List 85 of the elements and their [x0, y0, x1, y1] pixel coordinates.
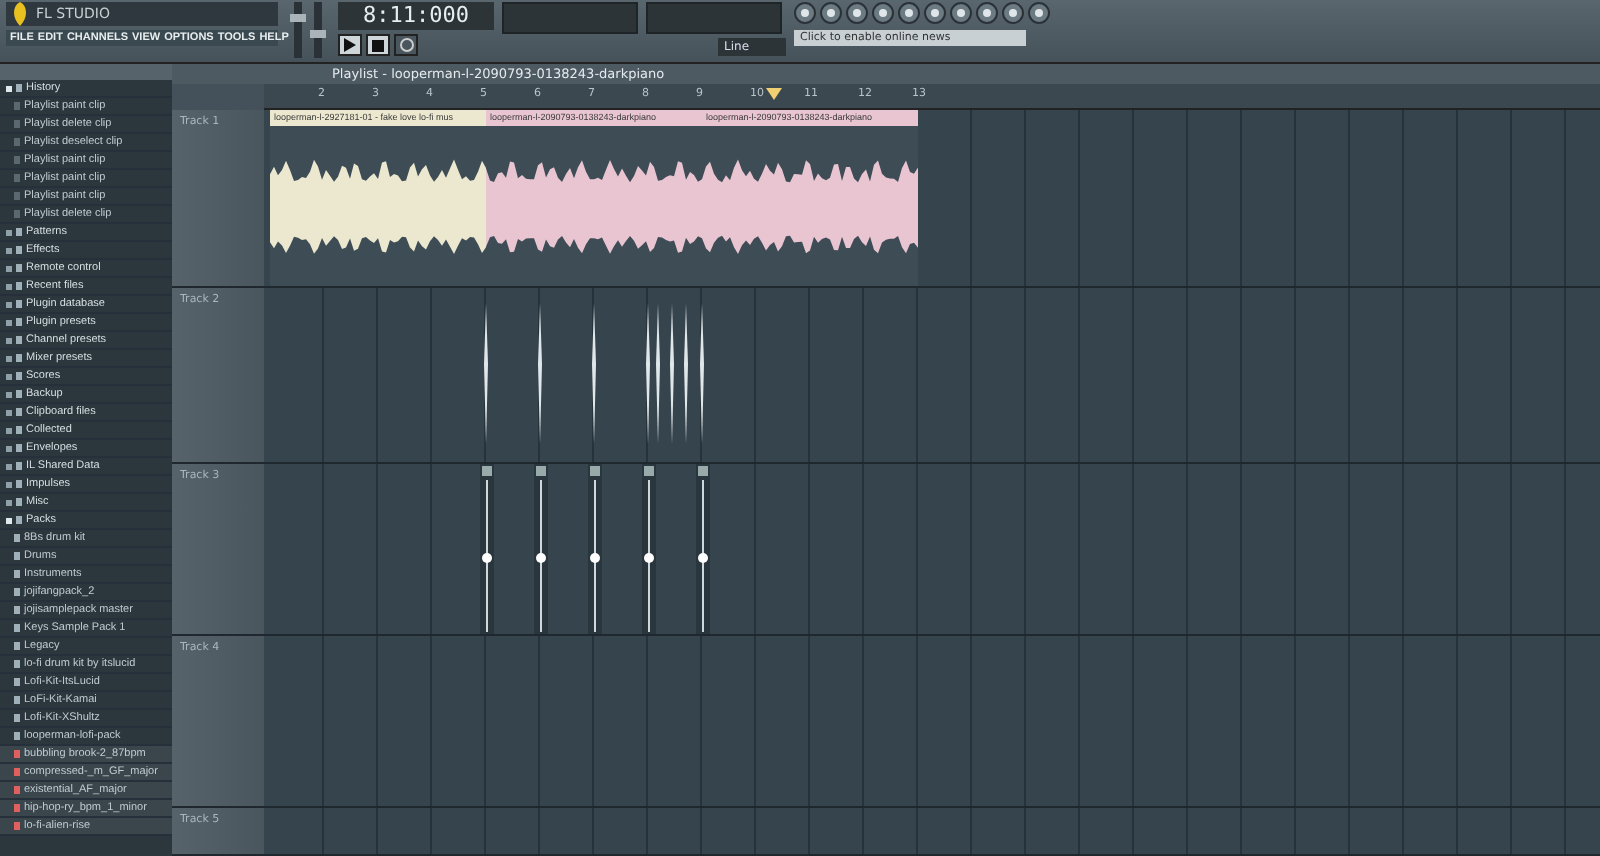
file-icon — [14, 192, 20, 200]
caret-icon — [6, 463, 12, 469]
caret-icon — [6, 427, 12, 433]
automation-clip[interactable] — [696, 464, 711, 634]
folder-icon — [16, 84, 22, 92]
caret-icon — [6, 85, 12, 91]
file-icon — [14, 606, 20, 614]
file-icon — [14, 534, 20, 542]
play-icon — [344, 38, 356, 52]
caret-icon — [6, 355, 12, 361]
file-icon — [14, 624, 20, 632]
caret-icon — [6, 481, 12, 487]
stop-button[interactable] — [366, 34, 390, 56]
caret-icon — [6, 265, 12, 271]
round-icon[interactable] — [950, 2, 972, 24]
automation-clip[interactable] — [642, 464, 657, 634]
round-icon[interactable] — [898, 2, 920, 24]
round-icon[interactable] — [924, 2, 946, 24]
stop-icon — [372, 39, 384, 51]
caret-icon — [6, 229, 12, 235]
file-icon — [14, 102, 20, 110]
caret-icon — [6, 337, 12, 343]
folder-icon — [16, 480, 22, 488]
record-icon — [399, 38, 413, 52]
folder-icon — [16, 498, 22, 506]
folder-icon — [16, 462, 22, 470]
file-icon — [14, 210, 20, 218]
file-icon — [14, 660, 20, 668]
file-icon — [14, 138, 20, 146]
folder-icon — [16, 246, 22, 254]
folder-icon — [16, 318, 22, 326]
caret-icon — [6, 409, 12, 415]
automation-clip[interactable] — [534, 464, 549, 634]
file-icon — [14, 732, 20, 740]
folder-icon — [16, 228, 22, 236]
folder-icon — [16, 516, 22, 524]
file-icon — [14, 588, 20, 596]
file-icon — [14, 714, 20, 722]
folder-icon — [16, 336, 22, 344]
folder-icon — [16, 408, 22, 416]
fruit-logo-icon — [10, 2, 30, 26]
file-icon — [14, 642, 20, 650]
folder-icon — [16, 390, 22, 398]
caret-icon — [6, 391, 12, 397]
file-icon — [14, 678, 20, 686]
folder-icon — [16, 300, 22, 308]
round-icon[interactable] — [872, 2, 894, 24]
file-icon — [14, 786, 20, 794]
folder-icon — [16, 282, 22, 290]
caret-icon — [6, 301, 12, 307]
round-icon[interactable] — [846, 2, 868, 24]
round-icon[interactable] — [820, 2, 842, 24]
file-icon — [14, 768, 20, 776]
record-button[interactable] — [394, 34, 418, 56]
file-icon — [14, 120, 20, 128]
time-display: 8:11:000 — [338, 2, 494, 30]
automation-clip[interactable] — [588, 464, 603, 634]
file-icon — [14, 552, 20, 560]
caret-icon — [6, 283, 12, 289]
caret-icon — [6, 319, 12, 325]
folder-icon — [16, 264, 22, 272]
caret-icon — [6, 445, 12, 451]
folder-icon — [16, 372, 22, 380]
caret-icon — [6, 247, 12, 253]
file-icon — [14, 696, 20, 704]
file-icon — [14, 156, 20, 164]
round-icon[interactable] — [794, 2, 816, 24]
caret-icon — [6, 517, 12, 523]
automation-clip[interactable] — [480, 464, 495, 634]
file-icon — [14, 174, 20, 182]
folder-icon — [16, 354, 22, 362]
caret-icon — [6, 373, 12, 379]
vertical-fader[interactable] — [294, 2, 302, 58]
file-icon — [14, 822, 20, 830]
play-button[interactable] — [338, 34, 362, 56]
file-icon — [14, 750, 20, 758]
vertical-fader[interactable] — [314, 2, 322, 58]
folder-icon — [16, 426, 22, 434]
file-icon — [14, 570, 20, 578]
round-icon[interactable] — [1028, 2, 1050, 24]
round-icon[interactable] — [1002, 2, 1024, 24]
caret-icon — [6, 499, 12, 505]
round-icon[interactable] — [976, 2, 998, 24]
folder-icon — [16, 444, 22, 452]
file-icon — [14, 804, 20, 812]
